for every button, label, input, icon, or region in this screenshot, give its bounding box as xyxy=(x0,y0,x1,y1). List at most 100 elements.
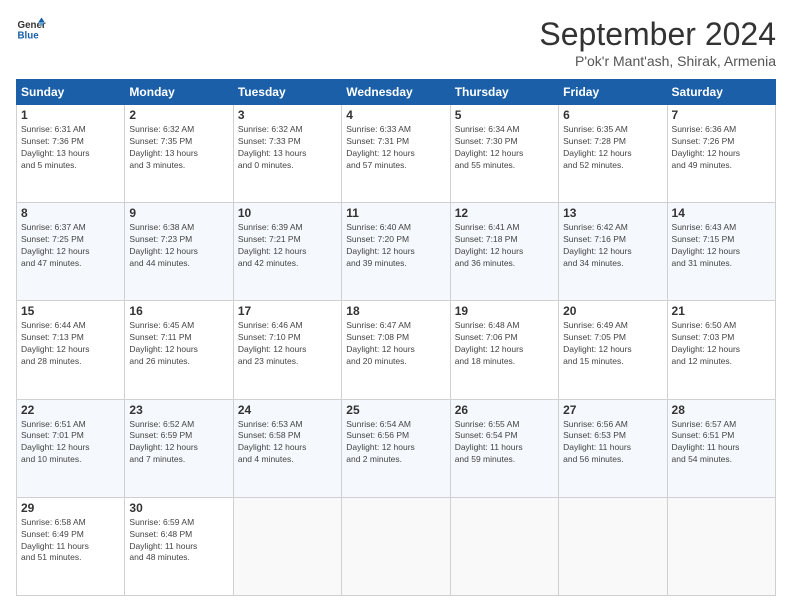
calendar-cell: 5Sunrise: 6:34 AMSunset: 7:30 PMDaylight… xyxy=(450,105,558,203)
day-number: 22 xyxy=(21,403,120,417)
calendar-cell: 11 Sunrise: 6:40 AMSunset: 7:20 PMDayligh… xyxy=(342,203,450,301)
calendar-cell: 4Sunrise: 6:33 AMSunset: 7:31 PMDaylight… xyxy=(342,105,450,203)
calendar-cell: 30Sunrise: 6:59 AMSunset: 6:48 PMDayligh… xyxy=(125,497,233,595)
weekday-sunday: Sunday xyxy=(17,80,125,105)
day-number: 11 xyxy=(346,206,445,220)
calendar-cell: 10 Sunrise: 6:39 AMSunset: 7:21 PMDayligh… xyxy=(233,203,341,301)
day-number: 5 xyxy=(455,108,554,122)
day-number: 13 xyxy=(563,206,662,220)
day-info: Sunrise: 6:59 AMSunset: 6:48 PMDaylight:… xyxy=(129,517,228,565)
day-info: Sunrise: 6:45 AMSunset: 7:11 PMDaylight:… xyxy=(129,320,228,368)
calendar-cell: 18 Sunrise: 6:47 AMSunset: 7:08 PMDayligh… xyxy=(342,301,450,399)
calendar-cell: 25 Sunrise: 6:54 AMSunset: 6:56 PMDayligh… xyxy=(342,399,450,497)
day-info: Sunrise: 6:40 AMSunset: 7:20 PMDaylight:… xyxy=(346,222,445,270)
calendar-cell xyxy=(233,497,341,595)
day-info: Sunrise: 6:35 AMSunset: 7:28 PMDaylight:… xyxy=(563,124,662,172)
day-number: 3 xyxy=(238,108,337,122)
day-number: 27 xyxy=(563,403,662,417)
day-number: 7 xyxy=(672,108,771,122)
weekday-wednesday: Wednesday xyxy=(342,80,450,105)
calendar-cell: 29Sunrise: 6:58 AMSunset: 6:49 PMDayligh… xyxy=(17,497,125,595)
logo-icon: General Blue xyxy=(16,16,46,46)
calendar-cell: 15Sunrise: 6:44 AMSunset: 7:13 PMDayligh… xyxy=(17,301,125,399)
subtitle: P'ok'r Mant'ash, Shirak, Armenia xyxy=(539,53,776,69)
day-info: Sunrise: 6:51 AMSunset: 7:01 PMDaylight:… xyxy=(21,419,120,467)
calendar-cell xyxy=(559,497,667,595)
calendar-table: SundayMondayTuesdayWednesdayThursdayFrid… xyxy=(16,79,776,596)
title-block: September 2024 P'ok'r Mant'ash, Shirak, … xyxy=(539,16,776,69)
calendar-cell: 24 Sunrise: 6:53 AMSunset: 6:58 PMDayligh… xyxy=(233,399,341,497)
calendar-cell: 19 Sunrise: 6:48 AMSunset: 7:06 PMDayligh… xyxy=(450,301,558,399)
day-info: Sunrise: 6:54 AMSunset: 6:56 PMDaylight:… xyxy=(346,419,445,467)
day-number: 26 xyxy=(455,403,554,417)
day-number: 14 xyxy=(672,206,771,220)
day-info: Sunrise: 6:42 AMSunset: 7:16 PMDaylight:… xyxy=(563,222,662,270)
calendar-cell: 22 Sunrise: 6:51 AMSunset: 7:01 PMDayligh… xyxy=(17,399,125,497)
day-number: 24 xyxy=(238,403,337,417)
weekday-saturday: Saturday xyxy=(667,80,775,105)
logo: General Blue xyxy=(16,16,46,46)
weekday-header: SundayMondayTuesdayWednesdayThursdayFrid… xyxy=(17,80,776,105)
calendar-cell: 14 Sunrise: 6:43 AMSunset: 7:15 PMDayligh… xyxy=(667,203,775,301)
calendar-cell: 9Sunrise: 6:38 AMSunset: 7:23 PMDaylight… xyxy=(125,203,233,301)
month-title: September 2024 xyxy=(539,16,776,53)
page: General Blue September 2024 P'ok'r Mant'… xyxy=(0,0,792,612)
day-number: 21 xyxy=(672,304,771,318)
svg-text:Blue: Blue xyxy=(18,31,40,42)
calendar-cell: 12 Sunrise: 6:41 AMSunset: 7:18 PMDayligh… xyxy=(450,203,558,301)
calendar-cell: 21Sunrise: 6:50 AMSunset: 7:03 PMDayligh… xyxy=(667,301,775,399)
calendar-week-4: 22 Sunrise: 6:51 AMSunset: 7:01 PMDayligh… xyxy=(17,399,776,497)
day-number: 9 xyxy=(129,206,228,220)
day-info: Sunrise: 6:49 AMSunset: 7:05 PMDaylight:… xyxy=(563,320,662,368)
weekday-thursday: Thursday xyxy=(450,80,558,105)
weekday-tuesday: Tuesday xyxy=(233,80,341,105)
day-info: Sunrise: 6:39 AMSunset: 7:21 PMDaylight:… xyxy=(238,222,337,270)
calendar-body: 1 Sunrise: 6:31 AMSunset: 7:36 PMDaylight… xyxy=(17,105,776,596)
day-number: 19 xyxy=(455,304,554,318)
header: General Blue September 2024 P'ok'r Mant'… xyxy=(16,16,776,69)
day-info: Sunrise: 6:43 AMSunset: 7:15 PMDaylight:… xyxy=(672,222,771,270)
day-info: Sunrise: 6:44 AMSunset: 7:13 PMDaylight:… xyxy=(21,320,120,368)
day-info: Sunrise: 6:33 AMSunset: 7:31 PMDaylight:… xyxy=(346,124,445,172)
day-info: Sunrise: 6:53 AMSunset: 6:58 PMDaylight:… xyxy=(238,419,337,467)
day-info: Sunrise: 6:31 AMSunset: 7:36 PMDaylight:… xyxy=(21,124,120,172)
calendar-cell: 1 Sunrise: 6:31 AMSunset: 7:36 PMDaylight… xyxy=(17,105,125,203)
day-info: Sunrise: 6:55 AMSunset: 6:54 PMDaylight:… xyxy=(455,419,554,467)
day-number: 18 xyxy=(346,304,445,318)
calendar-cell: 13 Sunrise: 6:42 AMSunset: 7:16 PMDayligh… xyxy=(559,203,667,301)
day-info: Sunrise: 6:48 AMSunset: 7:06 PMDaylight:… xyxy=(455,320,554,368)
day-number: 6 xyxy=(563,108,662,122)
calendar-cell: 17 Sunrise: 6:46 AMSunset: 7:10 PMDayligh… xyxy=(233,301,341,399)
calendar-week-3: 15Sunrise: 6:44 AMSunset: 7:13 PMDayligh… xyxy=(17,301,776,399)
calendar-cell: 28Sunrise: 6:57 AMSunset: 6:51 PMDayligh… xyxy=(667,399,775,497)
calendar-cell: 27Sunrise: 6:56 AMSunset: 6:53 PMDayligh… xyxy=(559,399,667,497)
day-info: Sunrise: 6:52 AMSunset: 6:59 PMDaylight:… xyxy=(129,419,228,467)
calendar-cell: 23 Sunrise: 6:52 AMSunset: 6:59 PMDayligh… xyxy=(125,399,233,497)
day-info: Sunrise: 6:58 AMSunset: 6:49 PMDaylight:… xyxy=(21,517,120,565)
day-number: 2 xyxy=(129,108,228,122)
weekday-friday: Friday xyxy=(559,80,667,105)
day-number: 23 xyxy=(129,403,228,417)
day-info: Sunrise: 6:41 AMSunset: 7:18 PMDaylight:… xyxy=(455,222,554,270)
day-info: Sunrise: 6:36 AMSunset: 7:26 PMDaylight:… xyxy=(672,124,771,172)
day-number: 16 xyxy=(129,304,228,318)
day-number: 10 xyxy=(238,206,337,220)
calendar-week-2: 8Sunrise: 6:37 AMSunset: 7:25 PMDaylight… xyxy=(17,203,776,301)
day-info: Sunrise: 6:46 AMSunset: 7:10 PMDaylight:… xyxy=(238,320,337,368)
calendar-cell: 6 Sunrise: 6:35 AMSunset: 7:28 PMDaylight… xyxy=(559,105,667,203)
day-number: 25 xyxy=(346,403,445,417)
day-info: Sunrise: 6:47 AMSunset: 7:08 PMDaylight:… xyxy=(346,320,445,368)
day-number: 1 xyxy=(21,108,120,122)
day-info: Sunrise: 6:37 AMSunset: 7:25 PMDaylight:… xyxy=(21,222,120,270)
calendar-cell: 8Sunrise: 6:37 AMSunset: 7:25 PMDaylight… xyxy=(17,203,125,301)
weekday-monday: Monday xyxy=(125,80,233,105)
day-number: 17 xyxy=(238,304,337,318)
calendar-cell: 26 Sunrise: 6:55 AMSunset: 6:54 PMDayligh… xyxy=(450,399,558,497)
day-info: Sunrise: 6:32 AMSunset: 7:33 PMDaylight:… xyxy=(238,124,337,172)
calendar-week-5: 29Sunrise: 6:58 AMSunset: 6:49 PMDayligh… xyxy=(17,497,776,595)
calendar-cell: 16 Sunrise: 6:45 AMSunset: 7:11 PMDayligh… xyxy=(125,301,233,399)
calendar-cell: 3 Sunrise: 6:32 AMSunset: 7:33 PMDaylight… xyxy=(233,105,341,203)
calendar-cell: 7 Sunrise: 6:36 AMSunset: 7:26 PMDaylight… xyxy=(667,105,775,203)
day-number: 12 xyxy=(455,206,554,220)
calendar-cell: 2Sunrise: 6:32 AMSunset: 7:35 PMDaylight… xyxy=(125,105,233,203)
